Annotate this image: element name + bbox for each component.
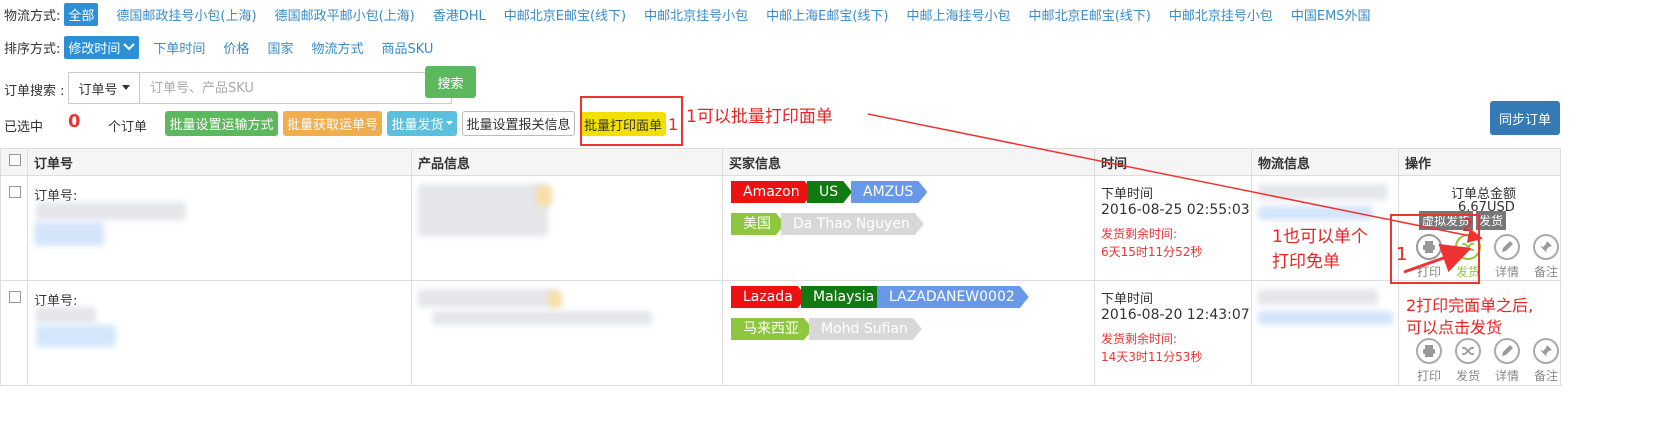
arrow-line (867, 113, 1483, 243)
arrow-line (1403, 243, 1472, 274)
annotation-arrows (867, 113, 1483, 274)
